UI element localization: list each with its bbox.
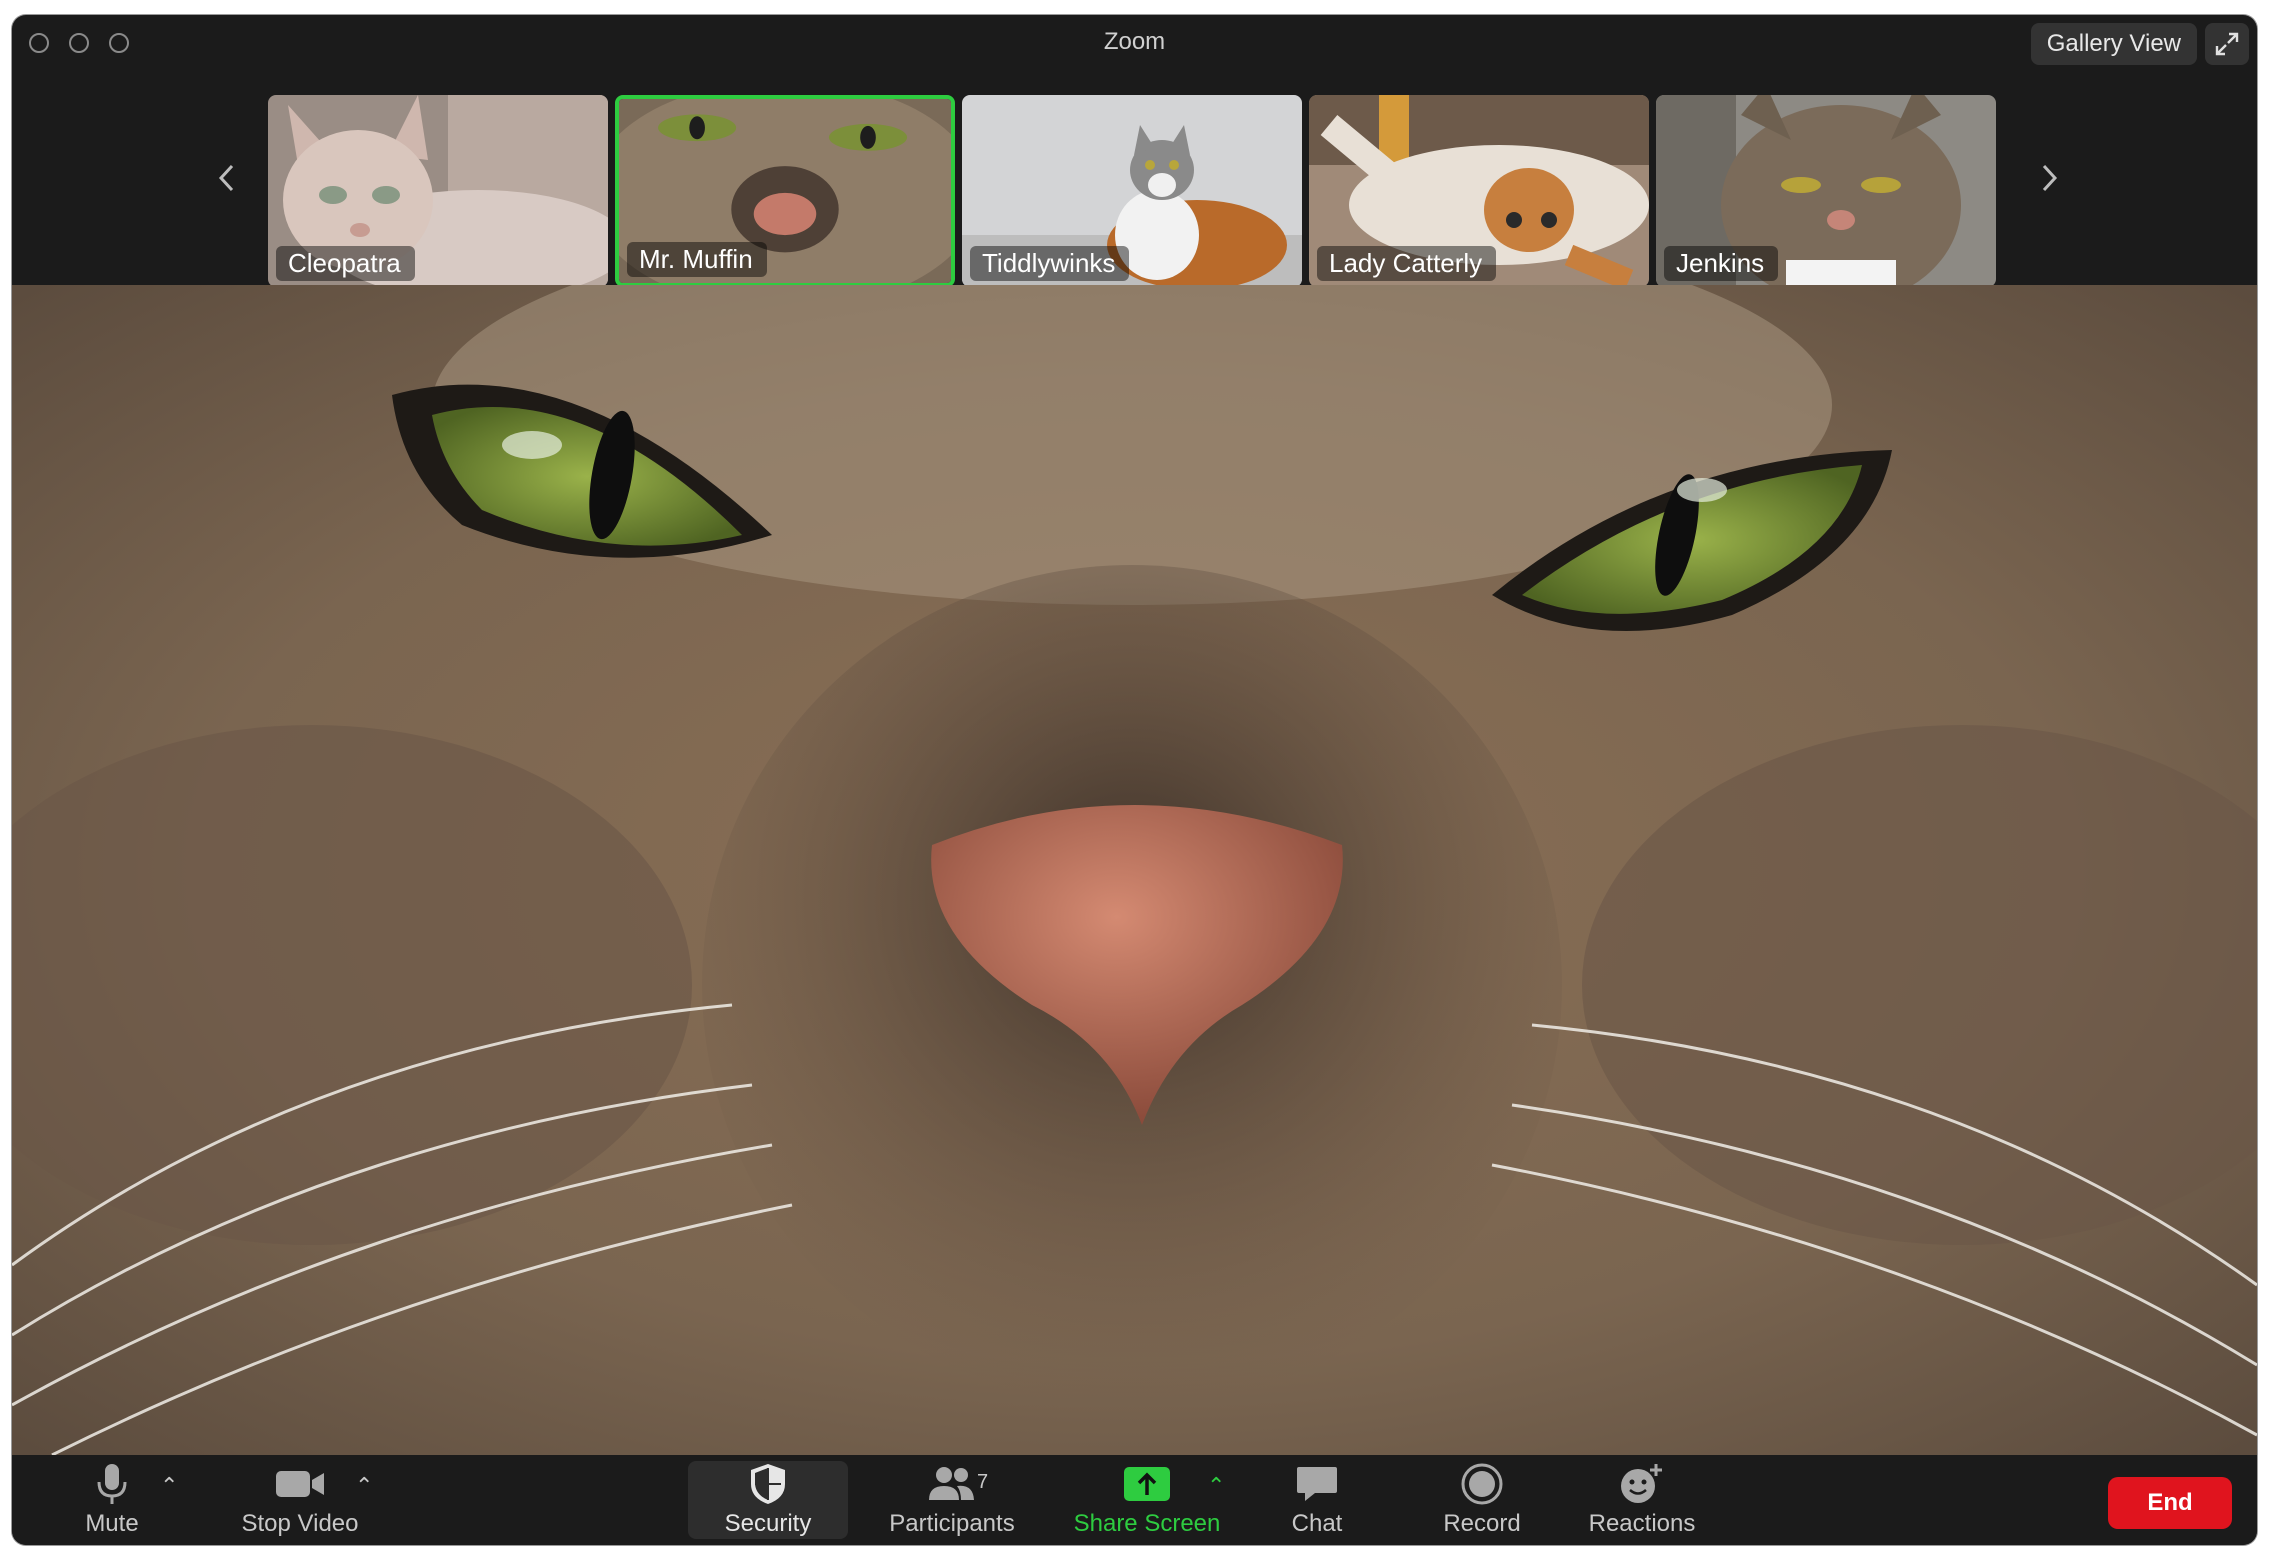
participant-tile-tiddlywinks[interactable]: Tiddlywinks — [962, 95, 1302, 287]
cat-closeup-image — [12, 285, 2257, 1455]
participant-name: Mr. Muffin — [627, 242, 767, 277]
people-icon — [929, 1467, 974, 1500]
title-bar: Zoom Gallery View — [12, 15, 2257, 75]
record-icon — [1461, 1463, 1503, 1505]
fullscreen-button[interactable] — [2205, 23, 2249, 65]
participant-name: Lady Catterly — [1317, 246, 1497, 281]
security-button[interactable]: Security — [688, 1461, 848, 1539]
participant-name: Tiddlywinks — [970, 246, 1130, 281]
chevron-right-icon — [2042, 164, 2058, 192]
stop-video-button[interactable]: Stop Video — [220, 1455, 380, 1545]
share-options-caret[interactable]: ⌃ — [1207, 1473, 1225, 1499]
record-label: Record — [1443, 1510, 1521, 1537]
zoom-window: Zoom Gallery View Cleopatra Mr. Muffin T… — [12, 15, 2257, 1545]
shield-icon — [751, 1464, 785, 1504]
participant-tile-mr-muffin[interactable]: Mr. Muffin — [615, 95, 955, 287]
reactions-button[interactable]: Reactions — [1572, 1455, 1712, 1545]
stop-video-label: Stop Video — [241, 1510, 359, 1537]
mute-label: Mute — [85, 1510, 139, 1537]
window-title: Zoom — [1103, 28, 1166, 55]
chat-label: Chat — [1291, 1510, 1343, 1537]
reactions-label: Reactions — [1588, 1510, 1696, 1537]
audio-options-caret[interactable]: ⌃ — [160, 1473, 178, 1499]
participant-name: Jenkins — [1664, 246, 1779, 281]
share-screen-icon — [1124, 1467, 1170, 1501]
share-screen-button[interactable]: Share Screen — [1062, 1455, 1232, 1545]
gallery-view-button[interactable]: Gallery View — [2030, 23, 2197, 65]
share-screen-label: Share Screen — [1073, 1510, 1221, 1537]
video-camera-icon — [276, 1471, 324, 1497]
active-speaker-video — [12, 285, 2257, 1455]
participant-tile-cleopatra[interactable]: Cleopatra — [268, 95, 608, 287]
meeting-toolbar: Mute ⌃ Stop Video ⌃ Security Participant… — [12, 1455, 2257, 1545]
end-meeting-button[interactable]: End — [2108, 1477, 2232, 1529]
participants-count: 7 — [977, 1471, 989, 1493]
participant-name: Cleopatra — [276, 246, 415, 281]
microphone-icon — [97, 1464, 127, 1504]
participant-tile-jenkins[interactable]: Jenkins — [1656, 95, 1996, 287]
strip-prev-button[interactable] — [212, 163, 242, 193]
chevron-left-icon — [218, 164, 234, 192]
mute-button[interactable]: Mute — [72, 1455, 152, 1545]
strip-next-button[interactable] — [2034, 163, 2064, 193]
chat-button[interactable]: Chat — [1267, 1455, 1367, 1545]
participant-strip: Cleopatra Mr. Muffin Tiddlywinks Lady Ca… — [12, 75, 2257, 287]
expand-icon — [2215, 32, 2239, 56]
security-label: Security — [724, 1510, 812, 1537]
smiley-plus-icon — [1621, 1464, 1662, 1503]
participants-label: Participants — [889, 1510, 1015, 1537]
participants-button[interactable]: Participants — [872, 1455, 1032, 1545]
video-options-caret[interactable]: ⌃ — [355, 1473, 373, 1499]
record-button[interactable]: Record — [1422, 1455, 1542, 1545]
participant-tile-lady-catterly[interactable]: Lady Catterly — [1309, 95, 1649, 287]
chat-bubble-icon — [1297, 1467, 1337, 1501]
